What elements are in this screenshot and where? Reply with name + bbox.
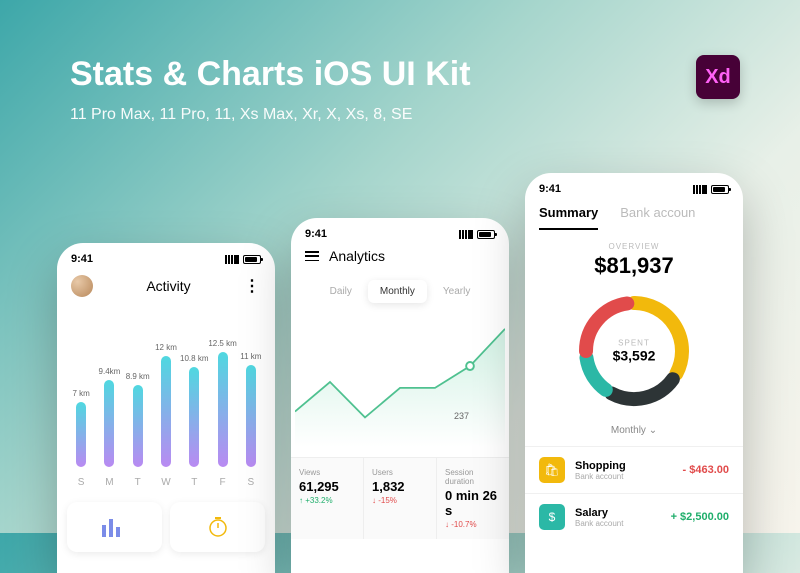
hero-title: Stats & Charts iOS UI Kit [70,55,471,94]
phone-activity: 9:41 Activity ⋮ 7 km9.4km8.9 km12 km10.8… [57,243,275,573]
delta-up-icon: ↑ +33.2% [299,496,355,505]
metric-users[interactable]: Users 1,832 ↓ -15% [364,458,437,539]
xd-badge: Xd [696,55,740,99]
screen-title: Activity [146,278,190,294]
spent-amount: $3,592 [613,348,656,364]
transaction-row[interactable]: 🛍 Shopping Bank account - $463.00 [525,446,743,493]
delta-down-icon: ↓ -15% [372,496,428,505]
tab-summary[interactable]: Summary [539,205,598,230]
overview-amount: $81,937 [525,253,743,279]
status-time: 9:41 [71,253,93,265]
mini-card-chart[interactable] [67,502,162,552]
spent-label: SPENT [613,339,656,348]
status-icons [693,185,729,194]
phone-analytics: 9:41 Analytics Daily Monthly Yearly 237 [291,218,509,573]
avatar[interactable] [71,275,93,297]
bars-icon [100,517,130,537]
tab-bank[interactable]: Bank accoun [620,205,695,230]
menu-icon[interactable] [305,251,319,261]
marker-label: 237 [454,411,469,421]
signal-icon [693,185,707,194]
tab-monthly[interactable]: Monthly [368,280,427,303]
chevron-down-icon: ⌄ [649,425,657,436]
xd-badge-text: Xd [705,66,731,89]
salary-icon: $ [539,504,565,530]
spending-donut-chart: SPENT $3,592 [525,283,743,419]
mini-card-timer[interactable] [170,502,265,552]
status-time: 9:41 [539,183,561,195]
day-axis: SMTWTFS [57,467,275,488]
tx-amount: - $463.00 [683,464,729,476]
tab-yearly[interactable]: Yearly [431,280,482,303]
status-icons [225,255,261,264]
delta-down-icon: ↓ -10.7% [445,520,501,529]
status-time: 9:41 [305,228,327,240]
signal-icon [459,230,473,239]
battery-icon [477,230,495,239]
overview-label: OVERVIEW [525,242,743,251]
battery-icon [711,185,729,194]
battery-icon [243,255,261,264]
status-icons [459,230,495,239]
metric-views[interactable]: Views 61,295 ↑ +33.2% [291,458,364,539]
signal-icon [225,255,239,264]
activity-bar-chart: 7 km9.4km8.9 km12 km10.8 km12.5 km11 km [57,307,275,467]
more-icon[interactable]: ⋮ [244,276,261,296]
tx-amount: + $2,500.00 [671,511,729,523]
stopwatch-icon [207,516,229,538]
tab-daily[interactable]: Daily [318,280,364,303]
hero-subtitle: 11 Pro Max, 11 Pro, 11, Xs Max, Xr, X, X… [70,106,471,124]
phone-summary: 9:41 Summary Bank accoun OVERVIEW $81,93… [525,173,743,573]
analytics-line-chart: 237 [295,317,505,447]
metric-session[interactable]: Session duration 0 min 26 s ↓ -10.7% [437,458,509,539]
period-select[interactable]: Monthly ⌄ [525,419,743,446]
screen-title: Analytics [329,248,385,264]
shopping-icon: 🛍 [539,457,565,483]
